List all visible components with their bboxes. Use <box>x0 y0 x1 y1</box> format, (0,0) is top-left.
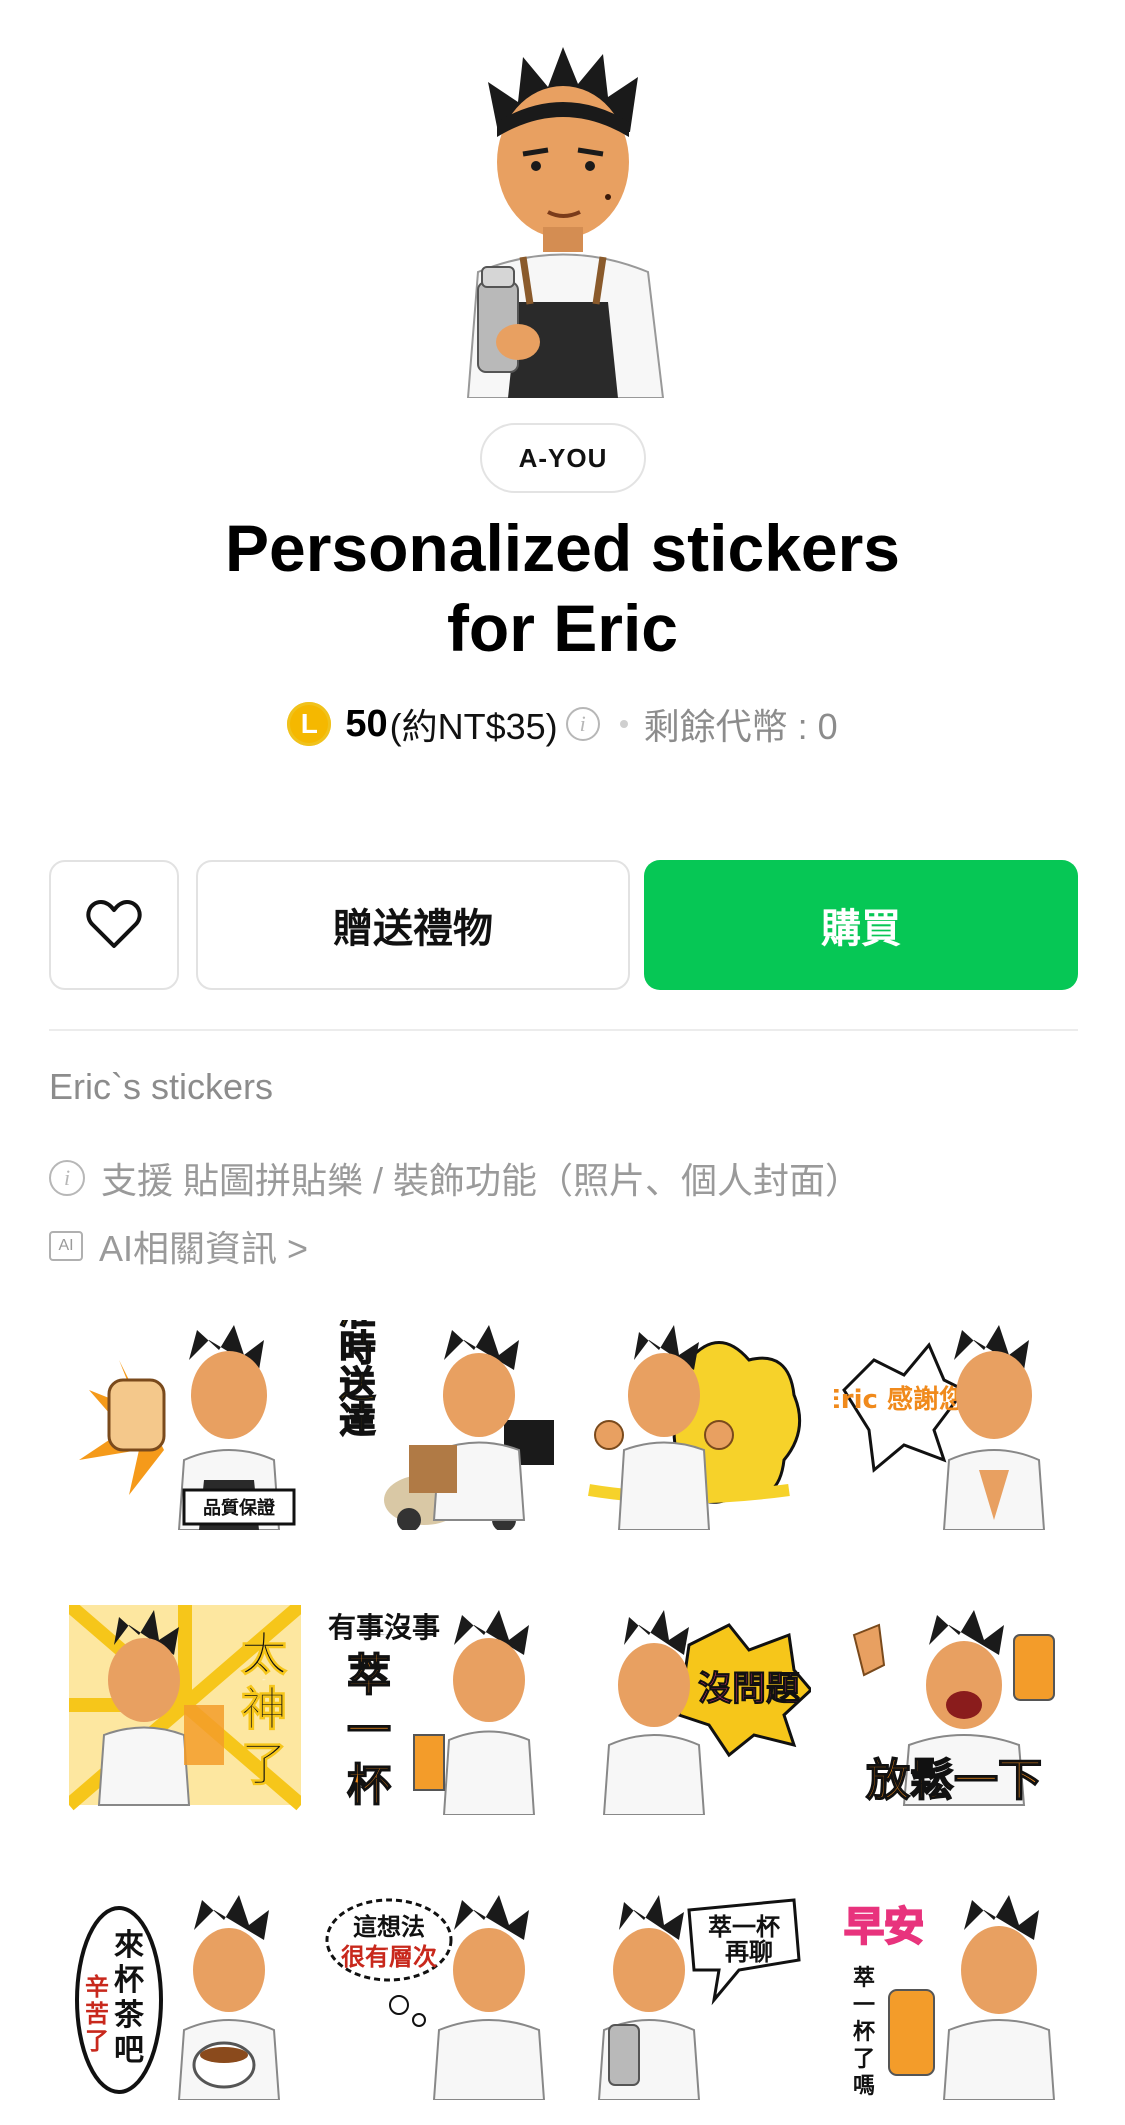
ai-icon: AI <box>49 1231 83 1261</box>
svg-text:太: 太 <box>241 1627 287 1681</box>
ai-link-text[interactable]: AI相關資訊 > <box>99 1220 308 1272</box>
title-line-1: Personalized stickers <box>224 511 901 585</box>
divider <box>49 1029 1078 1031</box>
svg-text:很有層次: 很有層次 <box>341 1943 437 1971</box>
sticker-item[interactable]: 沒問題 <box>579 1605 811 1815</box>
svg-text:來: 來 <box>114 1928 144 1963</box>
author-badge[interactable]: A-YOU <box>480 423 646 493</box>
svg-text:吧: 吧 <box>114 2033 144 2068</box>
support-info: i 支援 貼圖拼貼樂 / 裝飾功能（照片、個人封面） <box>49 1154 861 1202</box>
svg-text:早安: 早安 <box>844 1904 924 1950</box>
price-approx: (約NT$35) <box>389 706 558 747</box>
info-icon: i <box>49 1160 85 1196</box>
sticker-item[interactable]: 放鬆一下 <box>834 1605 1066 1815</box>
separator-dot <box>619 720 628 728</box>
svg-text:辛: 辛 <box>85 1973 109 2001</box>
svg-text:神: 神 <box>241 1682 287 1736</box>
sticker-item[interactable]: 早安 萃一杯 了嗎 早安 萃一杯了嗎 <box>834 1890 1066 2100</box>
ai-info-link[interactable]: AI AI相關資訊 > <box>49 1222 308 1270</box>
svg-text:了: 了 <box>241 1737 287 1791</box>
buy-button[interactable]: 購買 <box>644 860 1078 990</box>
svg-text:嗎: 嗎 <box>853 2074 875 2099</box>
svg-text:了: 了 <box>853 2047 875 2072</box>
svg-text:萃: 萃 <box>853 1966 875 1991</box>
svg-text:萃: 萃 <box>347 1650 391 1701</box>
svg-text:萃一杯: 萃一杯 <box>708 1913 780 1941</box>
support-text: 支援 貼圖拼貼樂 / 裝飾功能（照片、個人封面） <box>101 1160 862 1201</box>
gift-button[interactable]: 贈送禮物 <box>196 860 630 990</box>
sticker-item[interactable]: 來杯 茶吧 辛苦了 來杯茶吧 辛苦了 <box>69 1890 301 2100</box>
title-line-2: for Eric <box>446 591 679 665</box>
price-value: 50 <box>345 702 388 745</box>
svg-text:苦: 苦 <box>85 2000 109 2028</box>
sticker-item[interactable]: 有事沒事 萃一杯 有事沒事 萃一杯 <box>324 1605 556 1815</box>
sticker-item[interactable]: 這想法 很有層次 這想法很有層次 <box>324 1890 556 2100</box>
sticker-caption: 早安 萃一杯了嗎 <box>880 2008 887 2011</box>
line-coin-icon: L <box>287 702 332 746</box>
sticker-item[interactable]: 准時送達 <box>324 1320 556 1530</box>
price-row: L 50 (約NT$35) i 剩餘代幣 : 0 <box>0 694 1125 754</box>
sticker-main-image <box>448 42 678 399</box>
svg-text:了: 了 <box>85 2027 109 2055</box>
svg-text:茶: 茶 <box>114 1998 145 2033</box>
sticker-caption: 放鬆一下 <box>866 1755 1042 1806</box>
svg-text:一: 一 <box>853 1993 875 2018</box>
favorite-button[interactable] <box>49 860 179 990</box>
info-icon[interactable]: i <box>565 707 600 741</box>
svg-text:一: 一 <box>347 1705 391 1756</box>
svg-text:杯: 杯 <box>347 1760 391 1811</box>
svg-text:這想法: 這想法 <box>353 1913 425 1941</box>
sticker-caption: 准時送達 <box>334 1320 376 1437</box>
sticker-item[interactable]: OK <box>579 1320 811 1530</box>
page-title: Personalized stickers for Eric <box>0 508 1125 668</box>
sticker-item[interactable]: 品質保證 <box>69 1320 301 1530</box>
svg-text:再聊: 再聊 <box>725 1938 773 1966</box>
sticker-caption: Eric 感謝您 <box>834 1384 965 1415</box>
sticker-caption: 沒問題 <box>698 1669 800 1709</box>
svg-text:有事沒事: 有事沒事 <box>328 1611 440 1644</box>
sticker-caption: 品質保證 <box>203 1497 276 1519</box>
heart-icon <box>86 900 142 948</box>
sticker-item[interactable]: 萃一杯 再聊 萃一杯再聊 <box>579 1890 811 2100</box>
coin-balance: 剩餘代幣 : 0 <box>643 706 838 747</box>
sticker-item[interactable]: Eric 感謝您 <box>834 1320 1066 1530</box>
svg-text:杯: 杯 <box>853 2020 875 2045</box>
sticker-item[interactable]: 太神了 太神了 <box>69 1605 301 1815</box>
section-label: Eric`s stickers <box>49 1066 273 1107</box>
svg-text:杯: 杯 <box>114 1963 144 1998</box>
